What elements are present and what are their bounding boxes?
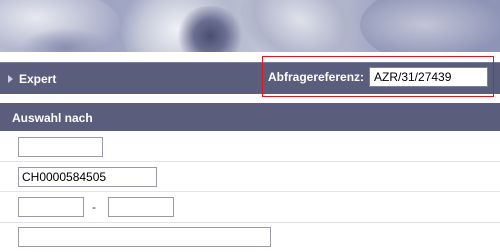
triangle-right-icon xyxy=(8,75,13,83)
reference-input[interactable] xyxy=(369,67,488,87)
banner-shape xyxy=(226,0,374,52)
reference-label: Abfragereferenz: xyxy=(268,70,365,84)
range-from-field[interactable] xyxy=(18,197,84,217)
expert-toggle[interactable]: Expert xyxy=(8,71,56,87)
banner-shape xyxy=(175,6,245,52)
banner-shape xyxy=(360,0,500,52)
section-header: Auswahl nach xyxy=(0,103,500,131)
text-field-1[interactable] xyxy=(18,137,103,157)
section-title: Auswahl nach xyxy=(12,111,93,125)
range-to-field[interactable] xyxy=(108,197,174,217)
range-separator: - xyxy=(92,200,96,214)
header-banner-image xyxy=(0,0,500,52)
text-field-4[interactable] xyxy=(18,227,271,247)
page: Expert Abfragereferenz: Auswahl nach - xyxy=(0,0,500,252)
isin-field[interactable] xyxy=(18,167,157,187)
expert-label: Expert xyxy=(19,72,57,86)
